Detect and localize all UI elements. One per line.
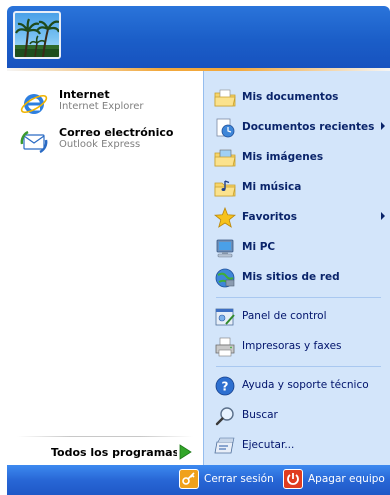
item-network-places-label: Mis sitios de red xyxy=(242,271,340,283)
pinned-email[interactable]: Correo electrónico Outlook Express xyxy=(15,125,201,161)
item-run-label: Ejecutar... xyxy=(242,439,295,451)
item-network-places[interactable]: Mis sitios de red xyxy=(206,264,389,292)
pinned-email-subtitle: Outlook Express xyxy=(59,139,141,150)
item-control-panel[interactable]: Panel de control xyxy=(206,303,389,331)
item-printers-faxes-label: Impresoras y faxes xyxy=(242,340,342,352)
submenu-arrow-icon xyxy=(381,122,385,130)
item-help-support[interactable]: ? Ayuda y soporte técnico xyxy=(206,372,389,400)
start-menu: Internet Internet Explorer Correo electr… xyxy=(7,6,390,495)
item-search[interactable]: Buscar xyxy=(206,402,389,430)
places-pane: Mis documentos Documentos recientes Mis … xyxy=(203,71,390,465)
item-control-panel-label: Panel de control xyxy=(242,310,327,322)
item-search-label: Buscar xyxy=(242,409,278,421)
svg-text:?: ? xyxy=(222,380,229,394)
user-avatar[interactable] xyxy=(13,11,61,59)
item-my-pictures[interactable]: Mis imágenes xyxy=(206,144,389,172)
item-my-music[interactable]: Mi música xyxy=(206,174,389,202)
left-pane-separator xyxy=(17,436,193,437)
all-programs-label: Todos los programas xyxy=(51,446,180,459)
pictures-folder-icon xyxy=(214,149,236,167)
network-icon xyxy=(215,268,235,288)
item-my-documents-label: Mis documentos xyxy=(242,91,339,103)
control-panel-icon xyxy=(215,308,235,326)
log-off-button[interactable]: Cerrar sesión xyxy=(179,468,275,492)
pinned-internet-title: Internet xyxy=(59,88,110,101)
right-pane-separator xyxy=(216,297,381,298)
shut-down-button[interactable]: Apagar equipo xyxy=(283,468,390,492)
item-my-music-label: Mi música xyxy=(242,181,302,193)
item-run[interactable]: Ejecutar... xyxy=(206,432,389,460)
item-help-support-label: Ayuda y soporte técnico xyxy=(242,379,369,391)
log-off-label: Cerrar sesión xyxy=(204,473,274,485)
item-favorites[interactable]: Favoritos xyxy=(206,204,389,232)
pinned-programs-pane: Internet Internet Explorer Correo electr… xyxy=(7,71,203,465)
palm-tree-picture-icon xyxy=(15,18,59,57)
help-icon: ? xyxy=(215,376,235,396)
run-icon xyxy=(214,437,235,454)
menu-header xyxy=(7,6,390,68)
item-recent-documents[interactable]: Documentos recientes xyxy=(206,114,389,142)
item-my-documents[interactable]: Mis documentos xyxy=(206,84,389,112)
item-my-computer[interactable]: Mi PC xyxy=(206,234,389,262)
all-programs-button[interactable]: Todos los programas xyxy=(7,439,203,465)
item-favorites-label: Favoritos xyxy=(242,211,297,223)
pinned-email-title: Correo electrónico xyxy=(59,126,174,139)
favorites-star-icon xyxy=(214,207,236,228)
item-printers-faxes[interactable]: Impresoras y faxes xyxy=(206,333,389,361)
key-icon xyxy=(179,469,199,489)
shut-down-label: Apagar equipo xyxy=(308,473,385,485)
printer-icon xyxy=(215,337,235,357)
submenu-arrow-icon xyxy=(381,212,385,220)
green-arrow-icon xyxy=(177,444,193,460)
item-recent-documents-label: Documentos recientes xyxy=(242,121,375,133)
item-my-computer-label: Mi PC xyxy=(242,241,276,253)
right-pane-separator xyxy=(216,366,381,367)
power-icon xyxy=(283,469,303,489)
pinned-internet[interactable]: Internet Internet Explorer xyxy=(15,87,201,123)
music-folder-icon xyxy=(214,180,236,197)
pinned-internet-subtitle: Internet Explorer xyxy=(59,101,144,112)
item-my-pictures-label: Mis imágenes xyxy=(242,151,324,163)
documents-folder-icon xyxy=(214,89,236,107)
recent-documents-icon xyxy=(216,118,235,138)
search-icon xyxy=(215,407,234,426)
internet-explorer-icon xyxy=(20,94,48,114)
outlook-express-icon xyxy=(20,130,48,154)
computer-icon xyxy=(216,239,234,258)
